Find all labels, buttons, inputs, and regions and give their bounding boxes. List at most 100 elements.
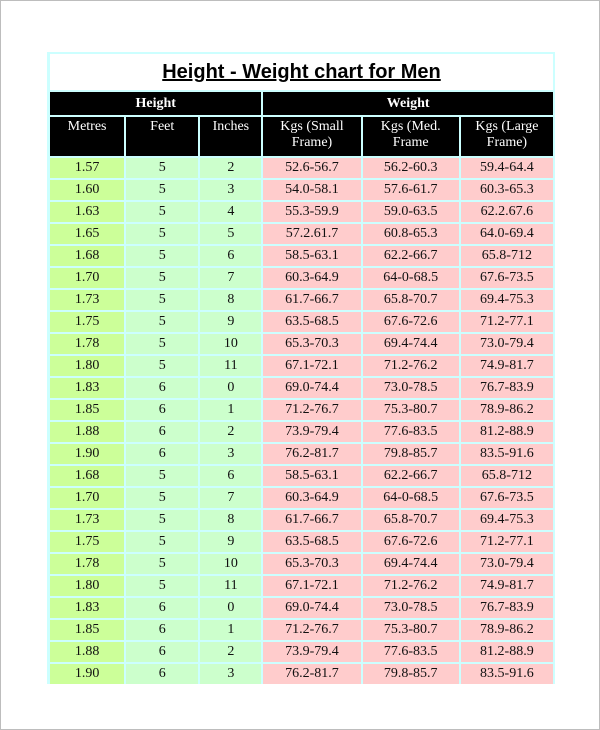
table-row: 1.78 5 10 65.3-70.3 69.4-74.4 73.0-79.4: [50, 334, 553, 354]
cell-feet: 5: [126, 356, 199, 376]
cell-kgs-small-frame: 60.3-64.9: [263, 268, 361, 288]
cell-kgs-large-frame: 81.2-88.9: [460, 422, 553, 442]
cell-metres: 1.75: [50, 532, 125, 552]
cell-kgs-large-frame: 59.4-64.4: [460, 158, 553, 178]
table-row: 1.68 5 6 58.5-63.1 62.2-66.7 65.8-712: [50, 466, 553, 486]
cell-inches: 10: [200, 334, 262, 354]
cell-kgs-med-frame: 62.2-66.7: [362, 466, 459, 486]
cell-kgs-small-frame: 54.0-58.1: [263, 180, 361, 200]
cell-kgs-med-frame: 65.8-70.7: [362, 290, 459, 310]
group-header-row: Height Weight: [50, 92, 553, 115]
cell-kgs-med-frame: 60.8-65.3: [362, 224, 459, 244]
column-header-kgs-large-frame: Kgs (Large Frame): [460, 117, 553, 156]
table-row: 1.73 5 8 61.7-66.7 65.8-70.7 69.4-75.3: [50, 510, 553, 530]
cell-kgs-med-frame: 71.2-76.2: [362, 356, 459, 376]
table-row: 1.83 6 0 69.0-74.4 73.0-78.5 76.7-83.9: [50, 378, 553, 398]
cell-metres: 1.85: [50, 400, 125, 420]
cell-kgs-large-frame: 76.7-83.9: [460, 378, 553, 398]
cell-inches: 8: [200, 510, 262, 530]
table-row: 1.90 6 3 76.2-81.7 79.8-85.7 83.5-91.6: [50, 444, 553, 464]
table-row: 1.60 5 3 54.0-58.1 57.6-61.7 60.3-65.3: [50, 180, 553, 200]
cell-kgs-large-frame: 71.2-77.1: [460, 312, 553, 332]
cell-inches: 11: [200, 356, 262, 376]
cell-inches: 0: [200, 598, 262, 618]
table-row: 1.88 6 2 73.9-79.4 77.6-83.5 81.2-88.9: [50, 642, 553, 662]
cell-kgs-med-frame: 64-0-68.5: [362, 268, 459, 288]
cell-inches: 6: [200, 246, 262, 266]
cell-feet: 5: [126, 488, 199, 508]
cell-kgs-small-frame: 61.7-66.7: [263, 290, 361, 310]
table-row: 1.88 6 2 73.9-79.4 77.6-83.5 81.2-88.9: [50, 422, 553, 442]
cell-inches: 9: [200, 532, 262, 552]
cell-kgs-small-frame: 58.5-63.1: [263, 246, 361, 266]
cell-kgs-large-frame: 71.2-77.1: [460, 532, 553, 552]
cell-feet: 6: [126, 400, 199, 420]
cell-kgs-small-frame: 63.5-68.5: [263, 312, 361, 332]
cell-feet: 6: [126, 598, 199, 618]
cell-kgs-med-frame: 56.2-60.3: [362, 158, 459, 178]
cell-kgs-med-frame: 75.3-80.7: [362, 620, 459, 640]
cell-metres: 1.80: [50, 356, 125, 376]
cell-kgs-large-frame: 65.8-712: [460, 466, 553, 486]
cell-feet: 6: [126, 378, 199, 398]
cell-kgs-small-frame: 65.3-70.3: [263, 334, 361, 354]
cell-metres: 1.78: [50, 334, 125, 354]
cell-metres: 1.57: [50, 158, 125, 178]
cell-metres: 1.83: [50, 378, 125, 398]
table-row: 1.75 5 9 63.5-68.5 67.6-72.6 71.2-77.1: [50, 312, 553, 332]
cell-kgs-med-frame: 71.2-76.2: [362, 576, 459, 596]
table-row: 1.57 5 2 52.6-56.7 56.2-60.3 59.4-64.4: [50, 158, 553, 178]
cell-kgs-large-frame: 83.5-91.6: [460, 664, 553, 684]
cell-kgs-small-frame: 65.3-70.3: [263, 554, 361, 574]
cell-kgs-small-frame: 71.2-76.7: [263, 400, 361, 420]
group-header-weight: Weight: [263, 92, 553, 115]
table-row: 1.70 5 7 60.3-64.9 64-0-68.5 67.6-73.5: [50, 268, 553, 288]
cell-kgs-med-frame: 57.6-61.7: [362, 180, 459, 200]
cell-feet: 5: [126, 554, 199, 574]
cell-kgs-large-frame: 83.5-91.6: [460, 444, 553, 464]
cell-kgs-small-frame: 69.0-74.4: [263, 598, 361, 618]
cell-metres: 1.78: [50, 554, 125, 574]
cell-kgs-large-frame: 74.9-81.7: [460, 356, 553, 376]
cell-feet: 5: [126, 312, 199, 332]
cell-kgs-med-frame: 79.8-85.7: [362, 664, 459, 684]
cell-kgs-large-frame: 69.4-75.3: [460, 290, 553, 310]
cell-kgs-large-frame: 73.0-79.4: [460, 334, 553, 354]
cell-feet: 5: [126, 246, 199, 266]
cell-inches: 2: [200, 422, 262, 442]
cell-kgs-med-frame: 77.6-83.5: [362, 642, 459, 662]
cell-feet: 5: [126, 510, 199, 530]
cell-feet: 6: [126, 642, 199, 662]
cell-kgs-med-frame: 69.4-74.4: [362, 334, 459, 354]
cell-kgs-med-frame: 73.0-78.5: [362, 378, 459, 398]
cell-inches: 5: [200, 224, 262, 244]
column-header-feet: Feet: [126, 117, 199, 156]
cell-kgs-small-frame: 67.1-72.1: [263, 356, 361, 376]
column-header-row: Metres Feet Inches Kgs (Small Frame) Kgs…: [50, 117, 553, 156]
cell-kgs-small-frame: 61.7-66.7: [263, 510, 361, 530]
title-row: Height - Weight chart for Men: [50, 54, 553, 90]
cell-kgs-large-frame: 76.7-83.9: [460, 598, 553, 618]
cell-kgs-large-frame: 78.9-86.2: [460, 400, 553, 420]
cell-feet: 5: [126, 532, 199, 552]
cell-metres: 1.70: [50, 488, 125, 508]
cell-feet: 5: [126, 576, 199, 596]
column-header-kgs-med-frame: Kgs (Med. Frame: [362, 117, 459, 156]
cell-kgs-med-frame: 65.8-70.7: [362, 510, 459, 530]
cell-feet: 6: [126, 664, 199, 684]
cell-kgs-large-frame: 74.9-81.7: [460, 576, 553, 596]
cell-kgs-small-frame: 60.3-64.9: [263, 488, 361, 508]
cell-kgs-small-frame: 55.3-59.9: [263, 202, 361, 222]
cell-kgs-small-frame: 69.0-74.4: [263, 378, 361, 398]
cell-metres: 1.88: [50, 642, 125, 662]
cell-feet: 5: [126, 180, 199, 200]
cell-metres: 1.68: [50, 466, 125, 486]
cell-kgs-small-frame: 52.6-56.7: [263, 158, 361, 178]
cell-kgs-large-frame: 78.9-86.2: [460, 620, 553, 640]
table-row: 1.80 5 11 67.1-72.1 71.2-76.2 74.9-81.7: [50, 356, 553, 376]
cell-kgs-med-frame: 75.3-80.7: [362, 400, 459, 420]
cell-inches: 3: [200, 444, 262, 464]
cell-inches: 3: [200, 664, 262, 684]
cell-metres: 1.68: [50, 246, 125, 266]
cell-kgs-large-frame: 67.6-73.5: [460, 268, 553, 288]
